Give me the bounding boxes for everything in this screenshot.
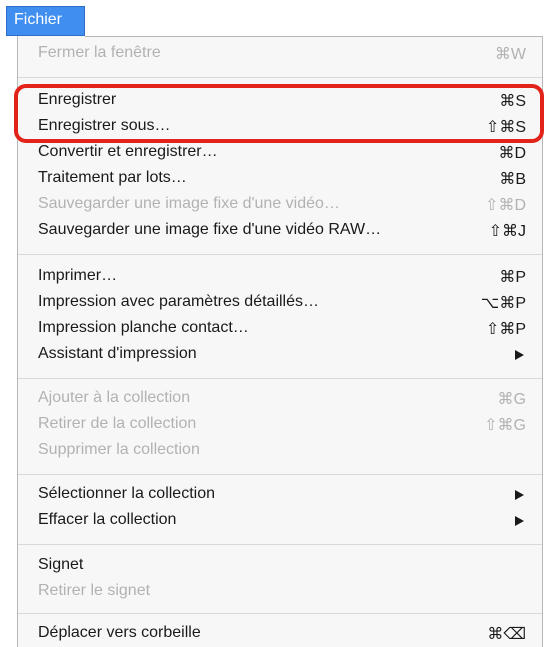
menu-item-label: Sauvegarder une image fixe d'une vidéo R… <box>38 221 382 238</box>
menu-item-traitement-par-lots[interactable]: Traitement par lots… ⌘B <box>18 166 542 192</box>
submenu-arrow-icon <box>515 350 524 360</box>
menu-fichier-tab[interactable]: Fichier <box>6 6 85 36</box>
menu-separator <box>18 254 542 255</box>
menu-item-deplacer-vers-corbeille[interactable]: Déplacer vers corbeille ⌘⌫ <box>18 621 542 647</box>
menu-item-retirer-le-signet[interactable]: Retirer le signet <box>18 579 542 605</box>
menu-item-enregistrer[interactable]: Enregistrer ⌘S <box>18 88 542 114</box>
menu-separator <box>18 77 542 78</box>
menu-item-label: Assistant d'impression <box>38 345 197 362</box>
menu-item-label: Sauvegarder une image fixe d'une vidéo… <box>38 195 340 212</box>
menu-item-shortcut: ⇧⌘S <box>485 119 526 136</box>
menu-top-border <box>85 36 543 37</box>
menu-item-label: Signet <box>38 556 84 573</box>
menu-item-signet[interactable]: Signet <box>18 553 542 579</box>
menu-item-label: Déplacer vers corbeille <box>38 624 201 641</box>
menu-item-label: Ajouter à la collection <box>38 389 191 406</box>
menu-item-label: Convertir et enregistrer… <box>38 143 218 160</box>
menu-item-retirer-de-la-collection[interactable]: Retirer de la collection ⇧⌘G <box>18 412 542 438</box>
menu-item-shortcut: ⇧⌘J <box>488 223 526 240</box>
menu-item-label: Impression planche contact… <box>38 319 249 336</box>
menu-item-effacer-la-collection[interactable]: Effacer la collection <box>18 508 542 534</box>
menu-item-shortcut: ⇧⌘D <box>485 197 526 214</box>
menu-item-shortcut: ⌘G <box>497 391 526 408</box>
menu-item-imprimer[interactable]: Imprimer… ⌘P <box>18 264 542 290</box>
menu-item-shortcut: ⌘P <box>499 269 526 286</box>
menu-item-supprimer-la-collection[interactable]: Supprimer la collection <box>18 438 542 464</box>
menu-item-label: Sélectionner la collection <box>38 485 215 502</box>
menu-item-label: Fermer la fenêtre <box>38 44 161 61</box>
menu-item-label: Effacer la collection <box>38 511 177 528</box>
menu-item-sauvegarder-image-fixe-video-raw[interactable]: Sauvegarder une image fixe d'une vidéo R… <box>18 218 542 244</box>
menu-separator <box>18 474 542 475</box>
menu-item-fermer-la-fenetre[interactable]: Fermer la fenêtre ⌘W <box>18 41 542 67</box>
menu-item-label: Traitement par lots… <box>38 169 187 186</box>
menu-item-label: Retirer de la collection <box>38 415 197 432</box>
menu-item-shortcut: ⌘S <box>499 93 526 110</box>
menu-item-enregistrer-sous[interactable]: Enregistrer sous… ⇧⌘S <box>18 114 542 140</box>
menu-item-label: Retirer le signet <box>38 582 151 599</box>
menu-item-shortcut: ⇧⌘G <box>484 417 526 434</box>
menu-item-shortcut: ⌘⌫ <box>487 626 526 643</box>
menu-item-shortcut: ⌘W <box>494 46 526 63</box>
menu-separator <box>18 544 542 545</box>
menu-item-shortcut: ⌥⌘P <box>480 295 526 312</box>
menu-item-label: Imprimer… <box>38 267 118 284</box>
menu-item-label: Impression avec paramètres détaillés… <box>38 293 320 310</box>
menu-separator <box>18 378 542 379</box>
menu-item-label: Enregistrer <box>38 91 117 108</box>
menu-item-impression-parametres-detailles[interactable]: Impression avec paramètres détaillés… ⌥⌘… <box>18 290 542 316</box>
menu-fichier-label: Fichier <box>14 11 63 28</box>
menu-item-ajouter-a-la-collection[interactable]: Ajouter à la collection ⌘G <box>18 386 542 412</box>
menu-item-convertir-et-enregistrer[interactable]: Convertir et enregistrer… ⌘D <box>18 140 542 166</box>
menu-item-impression-planche-contact[interactable]: Impression planche contact… ⇧⌘P <box>18 316 542 342</box>
submenu-arrow-icon <box>515 490 524 500</box>
menu-item-label: Supprimer la collection <box>38 441 200 458</box>
menu-item-assistant-impression[interactable]: Assistant d'impression <box>18 342 542 368</box>
menu-item-selectionner-la-collection[interactable]: Sélectionner la collection <box>18 482 542 508</box>
menu-item-shortcut: ⇧⌘P <box>485 321 526 338</box>
menu-separator <box>18 613 542 614</box>
menu-item-shortcut: ⌘D <box>498 145 526 162</box>
menu-item-shortcut: ⌘B <box>499 171 526 188</box>
submenu-arrow-icon <box>515 516 524 526</box>
menu-item-sauvegarder-image-fixe-video[interactable]: Sauvegarder une image fixe d'une vidéo… … <box>18 192 542 218</box>
menu-item-label: Enregistrer sous… <box>38 117 171 134</box>
